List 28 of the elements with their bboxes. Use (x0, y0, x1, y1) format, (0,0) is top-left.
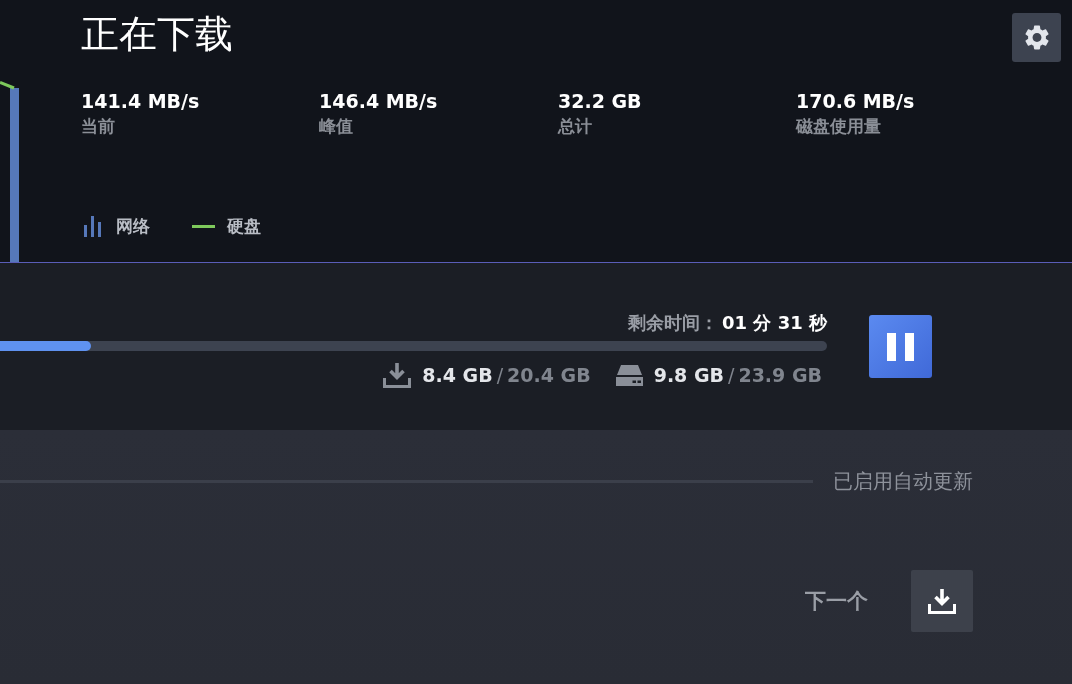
stat-value: 170.6 MB/s (796, 90, 915, 112)
stat-label: 磁盘使用量 (796, 115, 881, 137)
auto-update-status: 已启用自动更新 (833, 468, 973, 494)
total-amount: 23.9 GB (738, 363, 822, 387)
settings-icon (1024, 25, 1049, 50)
settings-button[interactable] (1012, 13, 1061, 62)
downloaded-amount: 9.8 GB (653, 363, 724, 387)
download-icon (928, 588, 956, 614)
size-separator: / (728, 363, 735, 387)
time-remaining-label: 剩余时间： (628, 311, 719, 335)
downloaded-amount: 8.4 GB (422, 363, 493, 387)
hard-drive-icon (615, 364, 643, 386)
pause-button[interactable] (869, 315, 932, 378)
legend-label: 网络 (116, 215, 150, 237)
legend-label: 硬盘 (227, 215, 261, 237)
download-button[interactable] (911, 570, 973, 632)
stat-label: 当前 (81, 115, 115, 137)
size-separator: / (496, 363, 504, 387)
stat-value: 146.4 MB/s (319, 90, 438, 112)
next-label: 下一个 (805, 588, 868, 614)
stat-value: 141.4 MB/s (81, 90, 200, 112)
time-remaining-value: 01 分 31 秒 (722, 311, 827, 335)
stat-label: 总计 (558, 115, 592, 137)
stat-value: 32.2 GB (558, 90, 642, 112)
total-amount: 20.4 GB (507, 363, 591, 387)
stat-label: 峰值 (319, 115, 353, 137)
page-title: 正在下载 (81, 11, 233, 58)
download-icon (383, 362, 412, 388)
